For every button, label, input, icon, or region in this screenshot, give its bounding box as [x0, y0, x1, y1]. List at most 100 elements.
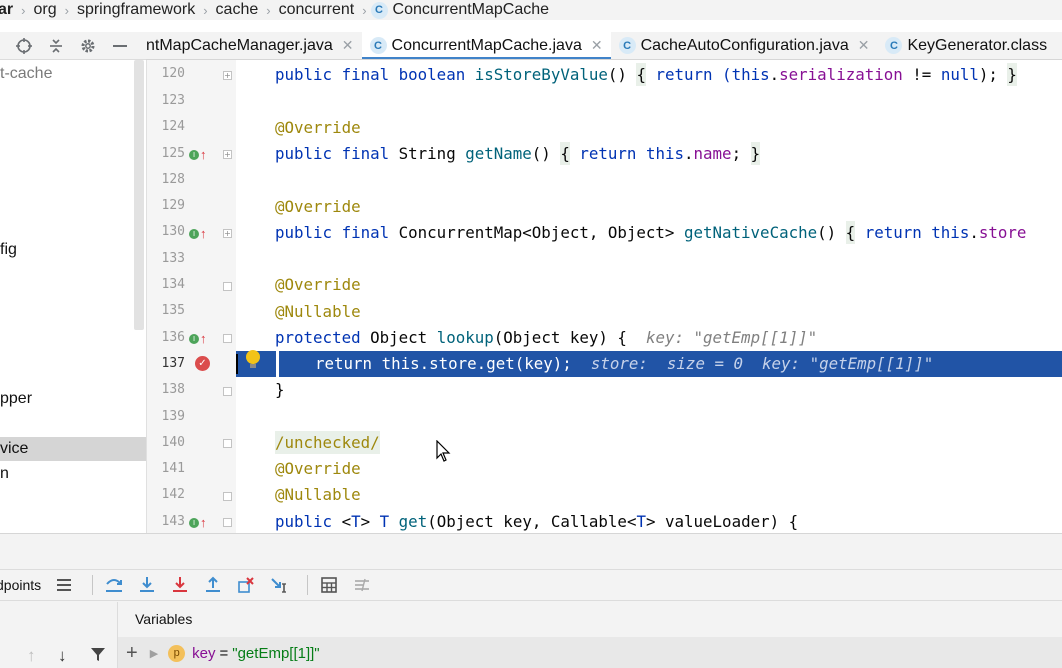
- code-brace: {: [560, 142, 570, 165]
- variable-equals: =: [219, 644, 229, 662]
- code-brace: {: [845, 221, 856, 244]
- tab-label: ConcurrentMapCache.java: [391, 36, 582, 54]
- method-name: getName: [465, 144, 532, 163]
- intention-bulb-icon[interactable]: [246, 350, 260, 364]
- keyword: this: [931, 223, 970, 242]
- step-into-icon[interactable]: [134, 572, 160, 598]
- tab-cache-auto-configuration[interactable]: C CacheAutoConfiguration.java ✕: [611, 32, 878, 59]
- line-number: 120: [161, 66, 185, 81]
- menu-icon[interactable]: [51, 572, 77, 598]
- breadcrumb-item[interactable]: springframework: [73, 1, 199, 19]
- tree-item[interactable]: t-cache: [0, 62, 52, 86]
- add-watch-button[interactable]: +: [126, 642, 138, 665]
- chevron-right-icon: ›: [266, 2, 271, 18]
- expand-arrow-icon[interactable]: ▶: [150, 647, 158, 660]
- inline-debug-hint: store: size = 0 key: "getEmp[[1]]": [590, 354, 934, 373]
- annotation: /unchecked/: [275, 431, 380, 454]
- force-step-into-icon[interactable]: [167, 572, 193, 598]
- line-number: 141: [161, 461, 185, 476]
- gear-icon[interactable]: [76, 34, 100, 58]
- tree-item-selected[interactable]: vice: [0, 437, 146, 461]
- line-number: 136: [161, 330, 185, 345]
- line-number: 135: [161, 303, 185, 318]
- breadcrumb-item[interactable]: concurrent: [275, 1, 359, 19]
- close-icon[interactable]: ✕: [858, 37, 870, 54]
- code-text: <: [341, 512, 352, 531]
- fold-marker-icon[interactable]: [223, 282, 232, 291]
- code-line: @Override: [236, 194, 1062, 220]
- fold-marker-icon[interactable]: [223, 334, 232, 343]
- keyword: public: [275, 512, 342, 531]
- overriding-method-icon[interactable]: I ↑: [189, 331, 207, 346]
- tab-label: ntMapCacheManager.java: [146, 36, 333, 54]
- arrow-up-icon[interactable]: ↑: [27, 646, 36, 666]
- fold-marker-icon[interactable]: +: [223, 71, 232, 80]
- tree-item[interactable]: n: [0, 462, 9, 486]
- breadcrumb-item[interactable]: org: [29, 1, 60, 19]
- chevron-right-icon: ›: [203, 2, 208, 18]
- code-brace: {: [636, 63, 646, 86]
- tab-concurrent-map-cache-manager[interactable]: ntMapCacheManager.java ✕: [146, 32, 362, 59]
- close-icon[interactable]: ✕: [591, 37, 603, 54]
- step-out-icon[interactable]: [200, 572, 226, 598]
- code-text: > valueLoader) {: [645, 512, 799, 531]
- fold-marker-icon[interactable]: +: [223, 150, 232, 159]
- annotation: @Nullable: [275, 302, 361, 321]
- keyword: public final: [275, 144, 399, 163]
- code-text: );: [978, 65, 1008, 84]
- line-number: 137: [161, 356, 185, 371]
- fold-marker-icon[interactable]: +: [223, 229, 232, 238]
- inline-debug-hint: key: "getEmp[[1]]": [645, 328, 818, 347]
- tree-item[interactable]: pper: [0, 387, 32, 411]
- tab-key-generator[interactable]: C KeyGenerator.class: [877, 32, 1055, 59]
- line-number: 123: [161, 93, 185, 108]
- tree-item[interactable]: fig: [0, 238, 17, 262]
- minimize-icon[interactable]: [108, 34, 132, 58]
- line-number: 133: [161, 251, 185, 266]
- evaluate-expression-icon[interactable]: [316, 572, 342, 598]
- drop-frame-icon[interactable]: [233, 572, 259, 598]
- text-caret: [236, 354, 238, 374]
- overriding-method-icon[interactable]: I ↑: [189, 226, 207, 241]
- editor-gutter: 120 123 124 125 128 129 130 133 134 135 …: [146, 60, 236, 533]
- code-editor[interactable]: public final boolean isStoreByValue() { …: [236, 60, 1062, 533]
- keyword: null: [940, 65, 979, 84]
- fold-marker-icon[interactable]: [223, 439, 232, 448]
- type-parameter: T: [636, 512, 646, 531]
- overriding-method-icon[interactable]: I ↑: [189, 515, 207, 530]
- method-name: isStoreByValue: [474, 65, 608, 84]
- type-parameter: T: [379, 512, 399, 531]
- method-name: get: [398, 512, 428, 531]
- breadcrumb-item[interactable]: ConcurrentMapCache: [393, 1, 554, 19]
- code-text: (): [607, 65, 637, 84]
- run-to-cursor-icon[interactable]: [266, 572, 292, 598]
- trace-stream-icon[interactable]: [349, 572, 375, 598]
- line-number: 143: [161, 514, 185, 529]
- tab-breakpoints[interactable]: dpoints: [0, 577, 41, 593]
- step-over-icon[interactable]: [101, 572, 127, 598]
- tab-concurrent-map-cache[interactable]: C ConcurrentMapCache.java ✕: [361, 32, 611, 59]
- code-text: (): [817, 223, 846, 242]
- breakpoint-icon[interactable]: ✓: [195, 356, 210, 371]
- overriding-method-icon[interactable]: I ↑: [189, 147, 207, 162]
- fold-marker-icon[interactable]: [223, 518, 232, 527]
- collapse-all-icon[interactable]: [44, 34, 68, 58]
- fold-marker-icon[interactable]: [223, 387, 232, 396]
- code-line: @Nullable: [236, 482, 1062, 508]
- variable-row[interactable]: + ▶ p key = "getEmp[[1]]": [118, 637, 1062, 668]
- breadcrumb-item[interactable]: ar: [0, 1, 17, 19]
- close-icon[interactable]: ✕: [342, 37, 354, 54]
- breadcrumb-item[interactable]: cache: [212, 1, 263, 19]
- code-line: public final boolean isStoreByValue() { …: [236, 62, 1062, 88]
- divider: [307, 575, 309, 595]
- locate-icon[interactable]: [12, 34, 36, 58]
- fold-marker-icon[interactable]: [223, 492, 232, 501]
- arrow-down-icon[interactable]: ↓: [58, 646, 67, 666]
- code-line: @Nullable: [236, 299, 1062, 325]
- code-text: (): [531, 144, 561, 163]
- scrollbar[interactable]: [134, 60, 144, 330]
- code-text: .: [684, 144, 694, 163]
- field-name: store: [978, 223, 1027, 242]
- filter-icon[interactable]: [90, 646, 106, 667]
- keyword: protected: [275, 328, 371, 347]
